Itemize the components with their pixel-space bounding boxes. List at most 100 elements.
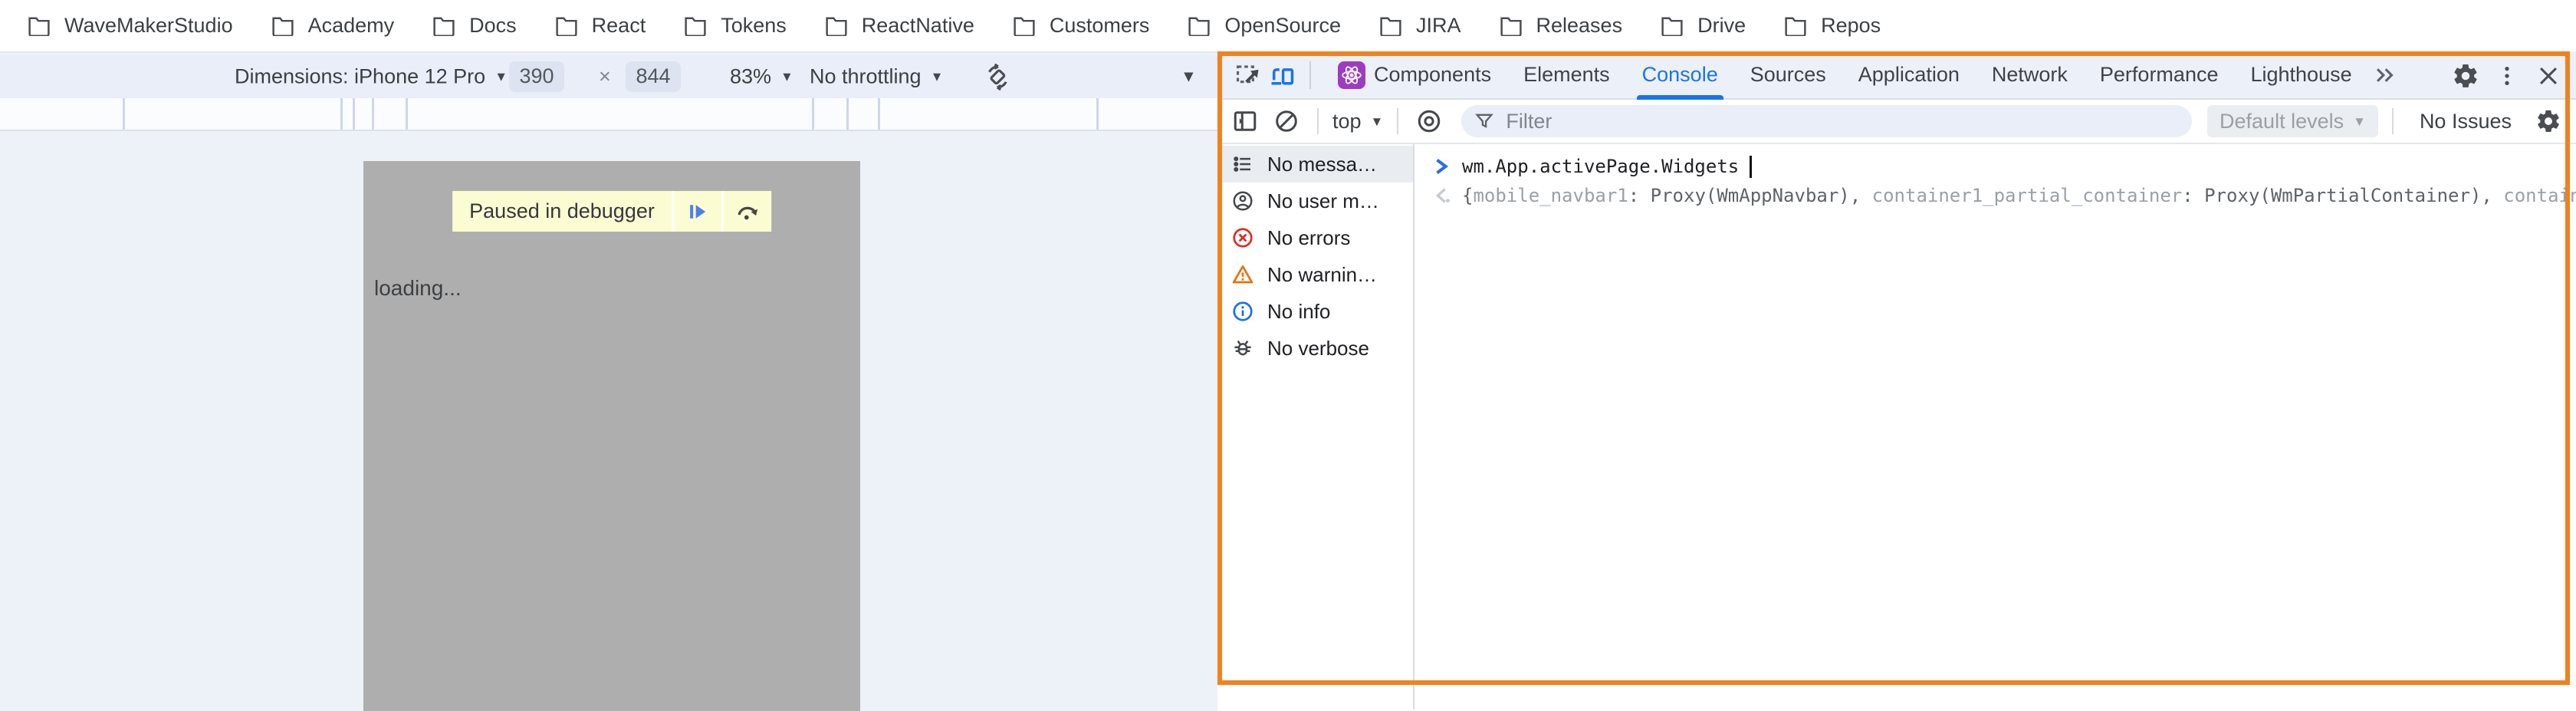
bookmark-label: JIRA bbox=[1416, 14, 1461, 38]
sidebar-item-label: No warnin… bbox=[1267, 263, 1377, 287]
eager-preview-text: {mobile_navbar1: Proxy(WmAppNavbar), con… bbox=[1462, 185, 2576, 206]
tab-console[interactable]: Console bbox=[1626, 51, 1734, 98]
log-levels-select[interactable]: Default levels ▼ bbox=[2207, 105, 2378, 137]
devtools-settings-button[interactable] bbox=[2449, 59, 2482, 93]
chevron-down-icon: ▼ bbox=[931, 70, 944, 83]
divider bbox=[1309, 61, 1311, 89]
bookmark-label: Customers bbox=[1050, 14, 1150, 38]
console-prompt-row[interactable]: wm.App.activePage.Widgets bbox=[1414, 152, 2576, 181]
resume-script-button[interactable] bbox=[672, 191, 721, 232]
tab-network[interactable]: Network bbox=[1976, 51, 2084, 98]
console-messages-area: wm.App.activePage.Widgets {mobile_navbar… bbox=[1414, 144, 2576, 709]
toggle-device-toolbar-button[interactable] bbox=[1265, 58, 1299, 92]
react-components-icon bbox=[1338, 61, 1365, 89]
sidebar-item-label: No info bbox=[1267, 300, 1330, 324]
viewport-height-value: 844 bbox=[636, 64, 670, 88]
resume-icon bbox=[686, 200, 709, 223]
clear-console-button[interactable] bbox=[1270, 104, 1303, 138]
paused-in-debugger-banner: Paused in debugger bbox=[452, 191, 771, 232]
tab-application[interactable]: Application bbox=[1842, 51, 1976, 98]
throttling-select[interactable]: No throttling ▼ bbox=[810, 64, 943, 88]
chevron-down-icon: ▼ bbox=[2353, 115, 2366, 128]
bookmark-folder-repos[interactable]: Repos bbox=[1784, 14, 1881, 38]
divider bbox=[2392, 108, 2394, 134]
sidebar-item-all-messages[interactable]: No messa… bbox=[1217, 146, 1413, 183]
bookmark-folder-react[interactable]: React bbox=[555, 14, 646, 38]
bookmark-label: OpenSource bbox=[1224, 14, 1341, 38]
tab-components[interactable]: Components bbox=[1322, 51, 1507, 98]
console-toolbar: top ▼ Filter Default levels ▼ bbox=[1217, 100, 2576, 144]
bookmark-folder-opensource[interactable]: OpenSource bbox=[1188, 14, 1341, 38]
gear-icon bbox=[2452, 62, 2479, 90]
bookmark-folder-docs[interactable]: Docs bbox=[432, 14, 517, 38]
tab-lighthouse[interactable]: Lighthouse bbox=[2234, 51, 2367, 98]
sidebar-item-verbose[interactable]: No verbose bbox=[1217, 330, 1413, 367]
device-toolbar-icon bbox=[1267, 61, 1296, 90]
inspect-cursor-icon bbox=[1234, 61, 1263, 90]
tab-sources[interactable]: Sources bbox=[1734, 51, 1842, 98]
bookmark-label: Drive bbox=[1697, 14, 1746, 38]
tab-elements[interactable]: Elements bbox=[1507, 51, 1626, 98]
close-icon bbox=[2535, 63, 2561, 89]
bookmark-label: ReactNative bbox=[862, 14, 974, 38]
tab-performance[interactable]: Performance bbox=[2084, 51, 2235, 98]
console-filter-input[interactable]: Filter bbox=[1461, 105, 2192, 137]
execution-context-select[interactable]: top ▼ bbox=[1332, 110, 1383, 133]
bookmark-folder-wavemakerstudio[interactable]: WaveMakerStudio bbox=[28, 14, 233, 38]
bookmark-folder-jira[interactable]: JIRA bbox=[1379, 14, 1461, 38]
folder-icon bbox=[825, 16, 848, 36]
user-messages-icon bbox=[1231, 189, 1254, 212]
warnings-icon bbox=[1231, 263, 1254, 286]
devtools-close-button[interactable] bbox=[2532, 59, 2565, 93]
device-dimensions-label: Dimensions: iPhone 12 Pro bbox=[235, 64, 485, 88]
tab-label: Sources bbox=[1750, 63, 1826, 87]
folder-icon bbox=[555, 16, 578, 36]
bookmark-folder-drive[interactable]: Drive bbox=[1661, 14, 1746, 38]
devtools-menu-button[interactable] bbox=[2490, 59, 2524, 93]
viewport-width-field[interactable]: 390 bbox=[509, 61, 564, 92]
zoom-select[interactable]: 83% ▼ bbox=[730, 64, 794, 88]
device-toolbar-options-button[interactable]: ▼ bbox=[1181, 68, 1197, 84]
tab-label: Application bbox=[1858, 63, 1960, 87]
context-label: top bbox=[1332, 110, 1362, 133]
sidebar-item-user-messages[interactable]: No user m… bbox=[1217, 183, 1413, 219]
eager-result-icon bbox=[1433, 186, 1451, 206]
sidebar-item-warnings[interactable]: No warnin… bbox=[1217, 256, 1413, 293]
double-chevron-right-icon bbox=[2372, 62, 2398, 88]
console-prompt-icon bbox=[1433, 156, 1451, 176]
media-query-bar[interactable] bbox=[0, 98, 1217, 131]
device-type-select[interactable]: Dimensions: iPhone 12 Pro ▼ bbox=[235, 64, 508, 88]
console-input-text: wm.App.activePage.Widgets bbox=[1462, 156, 1739, 177]
bookmark-folder-tokens[interactable]: Tokens bbox=[684, 14, 787, 38]
folder-icon bbox=[28, 16, 51, 36]
gear-icon bbox=[2535, 108, 2561, 134]
viewport-height-field[interactable]: 844 bbox=[626, 61, 681, 92]
chevron-down-icon: ▼ bbox=[780, 70, 794, 83]
tab-label: Elements bbox=[1523, 63, 1610, 87]
step-over-button[interactable] bbox=[721, 191, 771, 232]
bookmark-folder-reactnative[interactable]: ReactNative bbox=[825, 14, 974, 38]
sidebar-item-info[interactable]: No info bbox=[1217, 293, 1413, 330]
chevron-down-icon: ▼ bbox=[1181, 68, 1197, 84]
tab-label: Console bbox=[1642, 63, 1718, 87]
create-live-expression-button[interactable] bbox=[1412, 104, 1446, 138]
toggle-console-sidebar-button[interactable] bbox=[1228, 104, 1262, 138]
sidebar-item-label: No verbose bbox=[1267, 337, 1369, 360]
sidebar-item-errors[interactable]: No errors bbox=[1217, 219, 1413, 256]
info-icon bbox=[1231, 300, 1254, 323]
step-over-icon bbox=[734, 200, 761, 223]
bookmark-folder-customers[interactable]: Customers bbox=[1013, 14, 1150, 38]
errors-icon bbox=[1231, 226, 1254, 249]
chevron-down-icon: ▼ bbox=[1371, 115, 1384, 128]
inspect-element-button[interactable] bbox=[1231, 58, 1265, 92]
bookmark-folder-academy[interactable]: Academy bbox=[271, 14, 395, 38]
folder-icon bbox=[684, 16, 707, 36]
bookmark-label: Docs bbox=[469, 14, 517, 38]
issues-counter[interactable]: No Issues bbox=[2420, 110, 2512, 133]
rotate-icon bbox=[981, 61, 1014, 93]
console-settings-button[interactable] bbox=[2532, 104, 2565, 138]
bookmark-folder-releases[interactable]: Releases bbox=[1500, 14, 1623, 38]
page-content-area: Paused in debugger loading... bbox=[0, 131, 1217, 711]
more-tabs-button[interactable] bbox=[2368, 58, 2402, 92]
rotate-viewport-button[interactable] bbox=[981, 61, 1014, 93]
